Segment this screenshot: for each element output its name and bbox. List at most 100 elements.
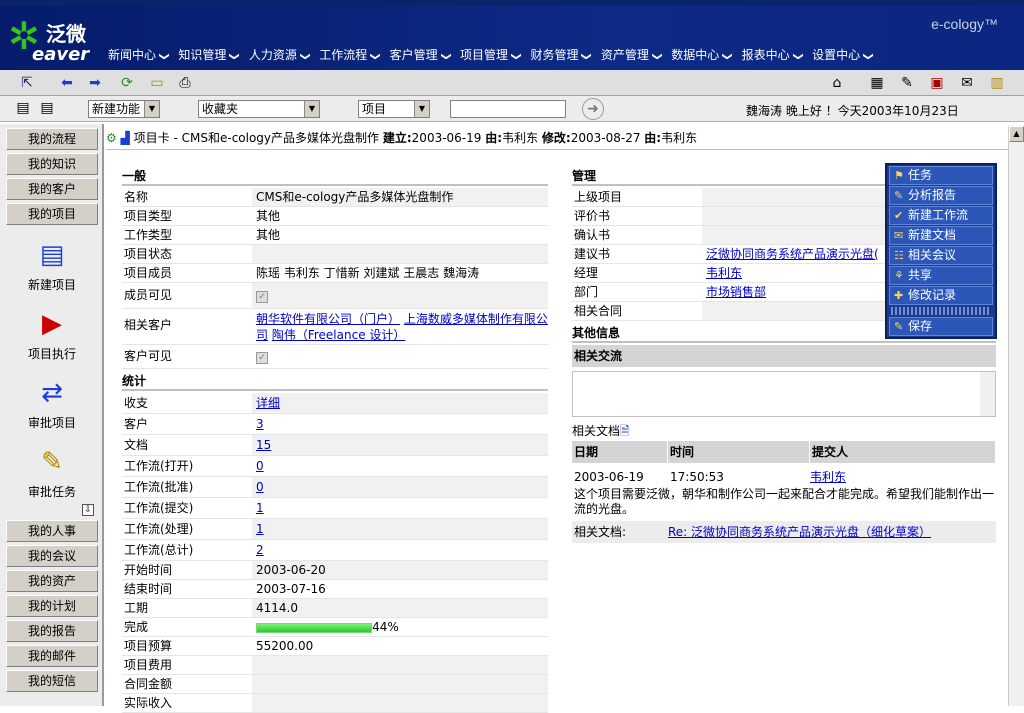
sidebar-tab[interactable]: 我的项目 bbox=[6, 203, 98, 225]
date-icon[interactable]: ▣ bbox=[928, 74, 946, 92]
favorites-select[interactable]: 收藏夹 ▼ bbox=[198, 100, 320, 118]
edit-note-icon[interactable]: ✎ bbox=[898, 74, 916, 92]
stats-link[interactable]: 详细 bbox=[256, 396, 280, 410]
label: 工作流(打开) bbox=[124, 459, 194, 473]
go-icon[interactable]: ➜ bbox=[582, 98, 604, 120]
project-select[interactable]: 项目 ▼ bbox=[358, 100, 430, 118]
page-scrollbar[interactable]: ▲ bbox=[1008, 126, 1024, 706]
sidebar-tab[interactable]: 我的会议 bbox=[6, 545, 98, 567]
label: 文档 bbox=[124, 438, 149, 452]
nav-item-label: 设置中心 bbox=[812, 48, 861, 62]
refresh-icon[interactable]: ⟳ bbox=[118, 74, 136, 92]
row-budget: 项目预算 55200.00 bbox=[122, 637, 548, 656]
home-icon[interactable]: ⌂ bbox=[828, 74, 846, 92]
popup-menu-item[interactable]: ⚘ 共享 bbox=[889, 266, 993, 285]
scroll-down-icon[interactable]: ⇩ bbox=[82, 504, 94, 516]
shortcut-icon: ▶ bbox=[42, 309, 62, 339]
textarea-scrollbar[interactable] bbox=[980, 372, 995, 416]
back-arrow-icon[interactable]: ⬅ bbox=[58, 74, 76, 92]
manage-link[interactable]: 韦利东 bbox=[706, 266, 742, 280]
sidebar-tab[interactable]: 我的邮件 bbox=[6, 645, 98, 667]
nav-item[interactable]: 客户管理 ❯ bbox=[386, 46, 456, 63]
stats-link[interactable]: 3 bbox=[256, 417, 264, 431]
entry-user-link[interactable]: 韦利东 bbox=[810, 470, 846, 484]
menu-item-icon: ✉ bbox=[894, 229, 904, 242]
attach-doc-icon[interactable]: 🗎 bbox=[620, 424, 630, 438]
manage-link[interactable]: 市场销售部 bbox=[706, 285, 766, 299]
popup-menu-item[interactable]: ✎ 保存 bbox=[889, 317, 993, 336]
sidebar-tab[interactable]: 我的知识 bbox=[6, 153, 98, 175]
stats-link[interactable]: 0 bbox=[256, 459, 264, 473]
entry-text: 这个项目需要泛微，朝华和制作公司一起来配合才能完成。希望我们能制作出一流的光盘。 bbox=[574, 487, 995, 516]
forward-arrow-icon[interactable]: ➡ bbox=[86, 74, 104, 92]
customer-visible-checkbox[interactable]: ✓ bbox=[256, 352, 268, 364]
customer-link-3[interactable]: 陶伟（Freelance 设计） bbox=[272, 328, 406, 342]
nav-item[interactable]: 新闻中心 ❯ bbox=[104, 46, 174, 63]
sidebar-shortcut[interactable]: ⇄ 审批项目 bbox=[0, 376, 104, 431]
layout-1-icon[interactable]: ▤ bbox=[14, 99, 32, 117]
popup-menu-item[interactable]: ✉ 新建文档 bbox=[889, 226, 993, 245]
manage-link[interactable]: 泛微协同商务系统产品演示光盘( bbox=[706, 247, 879, 261]
row-name: 名称 CMS和e-cology产品多媒体光盘制作 bbox=[122, 188, 548, 207]
sidebar-tab[interactable]: 我的资产 bbox=[6, 570, 98, 592]
nav-item[interactable]: 工作流程 ❯ bbox=[315, 46, 385, 63]
nav-item[interactable]: 设置中心 ❯ bbox=[808, 46, 878, 63]
logo-en: eaver bbox=[32, 44, 90, 65]
grid-header-cell[interactable]: 提交人 bbox=[810, 441, 996, 463]
modified-label: 修改: bbox=[541, 131, 571, 145]
sidebar-shortcut[interactable]: ▶ 项目执行 bbox=[0, 307, 104, 362]
logo[interactable]: ✲ 泛微 eaver bbox=[4, 16, 96, 68]
stats-link[interactable]: 1 bbox=[256, 501, 264, 515]
sidebar-tab[interactable]: 我的人事 bbox=[6, 520, 98, 542]
layout-2-icon[interactable]: ▤ bbox=[38, 99, 56, 117]
popup-menu-item[interactable]: ☷ 相关会议 bbox=[889, 246, 993, 265]
sidebar-tab[interactable]: 我的客户 bbox=[6, 178, 98, 200]
scroll-up-icon[interactable]: ▲ bbox=[1009, 126, 1024, 142]
label: 工作流(处理) bbox=[124, 522, 194, 536]
chevron-down-icon: ❯ bbox=[158, 52, 170, 61]
nav-item[interactable]: 项目管理 ❯ bbox=[456, 46, 526, 63]
chevron-down-icon: ❯ bbox=[299, 52, 311, 61]
progress-text: 44% bbox=[372, 620, 399, 634]
sidebar-shortcut[interactable]: ✎ 审批任务 bbox=[0, 445, 104, 500]
chevron-down-icon: ❯ bbox=[721, 52, 733, 61]
label: 结束时间 bbox=[124, 582, 173, 596]
nav-item[interactable]: 数据中心 ❯ bbox=[667, 46, 737, 63]
popup-menu-item[interactable]: ⚑ 任务 bbox=[889, 166, 993, 185]
mail-icon[interactable]: ✉ bbox=[958, 74, 976, 92]
popup-menu-item[interactable]: ✎ 分析报告 bbox=[889, 186, 993, 205]
stats-link[interactable]: 15 bbox=[256, 438, 271, 452]
popup-menu-item[interactable]: ✔ 新建工作流 bbox=[889, 206, 993, 225]
grid-header-cell[interactable]: 时间 bbox=[668, 441, 810, 463]
nav-item[interactable]: 财务管理 ❯ bbox=[526, 46, 596, 63]
calendar-icon[interactable]: ▦ bbox=[868, 74, 886, 92]
nav-item[interactable]: 知识管理 ❯ bbox=[174, 46, 244, 63]
logout-icon[interactable]: ⇱ bbox=[18, 74, 36, 92]
comm-textarea[interactable] bbox=[572, 371, 996, 417]
sidebar-shortcut[interactable]: ▤ 新建项目 bbox=[0, 238, 104, 293]
stats-link[interactable]: 1 bbox=[256, 522, 264, 536]
nav-item[interactable]: 人力资源 ❯ bbox=[245, 46, 315, 63]
sidebar-tab[interactable]: 我的报告 bbox=[6, 620, 98, 642]
nav-item[interactable]: 报表中心 ❯ bbox=[738, 46, 808, 63]
stats-link[interactable]: 0 bbox=[256, 480, 264, 494]
print-icon[interactable]: ⎙ bbox=[176, 74, 194, 92]
popup-menu-item[interactable]: ✚ 修改记录 bbox=[889, 286, 993, 305]
entry-doc-link[interactable]: Re: 泛微协同商务系统产品演示光盘（细化草案） bbox=[668, 525, 931, 539]
grid-header-cell[interactable]: 日期 bbox=[572, 441, 668, 463]
left-column: 一般 名称 CMS和e-cology产品多媒体光盘制作 项目类型 其他 工作类型 其他… bbox=[122, 166, 548, 713]
grid-view-icon[interactable]: ▥ bbox=[988, 74, 1006, 92]
sidebar-tab[interactable]: 我的流程 bbox=[6, 128, 98, 150]
members-visible-checkbox[interactable]: ✓ bbox=[256, 291, 268, 303]
search-input[interactable] bbox=[450, 100, 566, 118]
new-function-select[interactable]: 新建功能 ▼ bbox=[88, 100, 160, 118]
stats-row: 工作流(打开) 0 bbox=[122, 456, 548, 477]
stats-link[interactable]: 2 bbox=[256, 543, 264, 557]
sidebar-tab[interactable]: 我的计划 bbox=[6, 595, 98, 617]
nav-item[interactable]: 资产管理 ❯ bbox=[597, 46, 667, 63]
label: 成员可见 bbox=[124, 288, 173, 302]
folder-icon[interactable]: ▭ bbox=[148, 74, 166, 92]
customer-link-1[interactable]: 朝华软件有限公司（门户） bbox=[256, 312, 400, 326]
sidebar-tab[interactable]: 我的短信 bbox=[6, 670, 98, 692]
menu-item-icon: ⚑ bbox=[894, 169, 904, 182]
